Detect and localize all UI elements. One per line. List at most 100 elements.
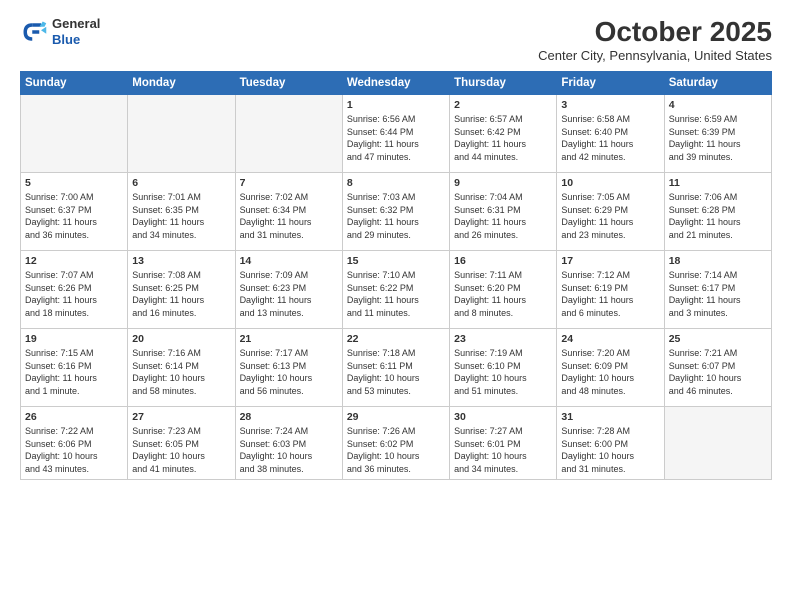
- day-info: Sunrise: 7:28 AM Sunset: 6:00 PM Dayligh…: [561, 425, 659, 475]
- calendar-cell: 8Sunrise: 7:03 AM Sunset: 6:32 PM Daylig…: [342, 173, 449, 251]
- calendar-cell: 16 Sunrise: 7:11 AM Sunset: 6:20 PM Dayli…: [450, 251, 557, 329]
- day-info: Sunrise: 7:05 AM Sunset: 6:29 PM Dayligh…: [561, 191, 659, 241]
- calendar-cell: 12Sunrise: 7:07 AM Sunset: 6:26 PM Dayli…: [21, 251, 128, 329]
- header: General Blue October 2025 Center City, P…: [20, 16, 772, 63]
- calendar-cell: 28 Sunrise: 7:24 AM Sunset: 6:03 PM Dayli…: [235, 407, 342, 480]
- day-info: Sunrise: 7:09 AM Sunset: 6:23 PM Dayligh…: [240, 269, 338, 319]
- day-info: Sunrise: 7:24 AM Sunset: 6:03 PM Dayligh…: [240, 425, 338, 475]
- calendar-cell: 14 Sunrise: 7:09 AM Sunset: 6:23 PM Dayli…: [235, 251, 342, 329]
- weekday-header-row: SundayMondayTuesdayWednesdayThursdayFrid…: [21, 72, 772, 95]
- week-row: 1 Sunrise: 6:56 AM Sunset: 6:44 PM Daylig…: [21, 95, 772, 173]
- day-number: 14: [240, 255, 338, 267]
- day-number: 29: [347, 411, 445, 423]
- day-number: 25: [669, 333, 767, 345]
- day-info: Sunrise: 7:03 AM Sunset: 6:32 PM Dayligh…: [347, 191, 445, 241]
- day-info: Sunrise: 7:02 AM Sunset: 6:34 PM Dayligh…: [240, 191, 338, 241]
- day-number: 16: [454, 255, 552, 267]
- calendar-cell: 27 Sunrise: 7:23 AM Sunset: 6:05 PM Dayli…: [128, 407, 235, 480]
- calendar-cell: 20 Sunrise: 7:16 AM Sunset: 6:14 PM Dayli…: [128, 329, 235, 407]
- day-number: 21: [240, 333, 338, 345]
- day-number: 13: [132, 255, 230, 267]
- day-number: 3: [561, 99, 659, 111]
- page: General Blue October 2025 Center City, P…: [0, 0, 792, 612]
- day-info: Sunrise: 7:10 AM Sunset: 6:22 PM Dayligh…: [347, 269, 445, 319]
- day-info: Sunrise: 7:26 AM Sunset: 6:02 PM Dayligh…: [347, 425, 445, 475]
- calendar-cell: 19 Sunrise: 7:15 AM Sunset: 6:16 PM Dayli…: [21, 329, 128, 407]
- day-info: Sunrise: 7:22 AM Sunset: 6:06 PM Dayligh…: [25, 425, 123, 475]
- weekday-header: Sunday: [21, 72, 128, 95]
- weekday-header: Friday: [557, 72, 664, 95]
- day-info: Sunrise: 6:57 AM Sunset: 6:42 PM Dayligh…: [454, 113, 552, 163]
- day-number: 18: [669, 255, 767, 267]
- day-number: 9: [454, 177, 552, 189]
- week-row: 12Sunrise: 7:07 AM Sunset: 6:26 PM Dayli…: [21, 251, 772, 329]
- day-number: 22: [347, 333, 445, 345]
- calendar-cell: 11 Sunrise: 7:06 AM Sunset: 6:28 PM Dayli…: [664, 173, 771, 251]
- calendar-cell: 24 Sunrise: 7:20 AM Sunset: 6:09 PM Dayli…: [557, 329, 664, 407]
- day-number: 20: [132, 333, 230, 345]
- day-number: 24: [561, 333, 659, 345]
- day-number: 19: [25, 333, 123, 345]
- weekday-header: Wednesday: [342, 72, 449, 95]
- day-info: Sunrise: 6:56 AM Sunset: 6:44 PM Dayligh…: [347, 113, 445, 163]
- calendar-cell: 2 Sunrise: 6:57 AM Sunset: 6:42 PM Daylig…: [450, 95, 557, 173]
- day-info: Sunrise: 7:14 AM Sunset: 6:17 PM Dayligh…: [669, 269, 767, 319]
- day-info: Sunrise: 7:04 AM Sunset: 6:31 PM Dayligh…: [454, 191, 552, 241]
- day-info: Sunrise: 7:08 AM Sunset: 6:25 PM Dayligh…: [132, 269, 230, 319]
- calendar-cell: 26 Sunrise: 7:22 AM Sunset: 6:06 PM Dayli…: [21, 407, 128, 480]
- weekday-header: Saturday: [664, 72, 771, 95]
- title-block: October 2025 Center City, Pennsylvania, …: [538, 16, 772, 63]
- day-number: 28: [240, 411, 338, 423]
- calendar-cell: 1 Sunrise: 6:56 AM Sunset: 6:44 PM Daylig…: [342, 95, 449, 173]
- calendar-cell: 18 Sunrise: 7:14 AM Sunset: 6:17 PM Dayli…: [664, 251, 771, 329]
- day-info: Sunrise: 7:06 AM Sunset: 6:28 PM Dayligh…: [669, 191, 767, 241]
- day-number: 2: [454, 99, 552, 111]
- day-info: Sunrise: 7:23 AM Sunset: 6:05 PM Dayligh…: [132, 425, 230, 475]
- calendar-cell: 5Sunrise: 7:00 AM Sunset: 6:37 PM Daylig…: [21, 173, 128, 251]
- calendar-cell: 13 Sunrise: 7:08 AM Sunset: 6:25 PM Dayli…: [128, 251, 235, 329]
- calendar-cell: 23Sunrise: 7:19 AM Sunset: 6:10 PM Dayli…: [450, 329, 557, 407]
- day-info: Sunrise: 7:12 AM Sunset: 6:19 PM Dayligh…: [561, 269, 659, 319]
- calendar-cell: 25Sunrise: 7:21 AM Sunset: 6:07 PM Dayli…: [664, 329, 771, 407]
- week-row: 5Sunrise: 7:00 AM Sunset: 6:37 PM Daylig…: [21, 173, 772, 251]
- day-number: 5: [25, 177, 123, 189]
- day-info: Sunrise: 6:58 AM Sunset: 6:40 PM Dayligh…: [561, 113, 659, 163]
- logo: General Blue: [20, 16, 100, 47]
- weekday-header: Tuesday: [235, 72, 342, 95]
- day-info: Sunrise: 7:15 AM Sunset: 6:16 PM Dayligh…: [25, 347, 123, 397]
- day-number: 17: [561, 255, 659, 267]
- day-number: 12: [25, 255, 123, 267]
- logo-icon: [20, 18, 48, 46]
- day-info: Sunrise: 7:27 AM Sunset: 6:01 PM Dayligh…: [454, 425, 552, 475]
- day-number: 30: [454, 411, 552, 423]
- day-number: 11: [669, 177, 767, 189]
- day-number: 1: [347, 99, 445, 111]
- day-info: Sunrise: 6:59 AM Sunset: 6:39 PM Dayligh…: [669, 113, 767, 163]
- day-info: Sunrise: 7:19 AM Sunset: 6:10 PM Dayligh…: [454, 347, 552, 397]
- calendar-cell: 9 Sunrise: 7:04 AM Sunset: 6:31 PM Daylig…: [450, 173, 557, 251]
- logo-blue: Blue: [52, 32, 100, 48]
- calendar-cell: [235, 95, 342, 173]
- day-info: Sunrise: 7:16 AM Sunset: 6:14 PM Dayligh…: [132, 347, 230, 397]
- location: Center City, Pennsylvania, United States: [538, 48, 772, 63]
- week-row: 26 Sunrise: 7:22 AM Sunset: 6:06 PM Dayli…: [21, 407, 772, 480]
- day-number: 6: [132, 177, 230, 189]
- month-title: October 2025: [538, 16, 772, 48]
- calendar-cell: 10 Sunrise: 7:05 AM Sunset: 6:29 PM Dayli…: [557, 173, 664, 251]
- calendar-cell: 21 Sunrise: 7:17 AM Sunset: 6:13 PM Dayli…: [235, 329, 342, 407]
- week-row: 19 Sunrise: 7:15 AM Sunset: 6:16 PM Dayli…: [21, 329, 772, 407]
- day-number: 27: [132, 411, 230, 423]
- calendar-cell: 31Sunrise: 7:28 AM Sunset: 6:00 PM Dayli…: [557, 407, 664, 480]
- calendar-cell: [664, 407, 771, 480]
- calendar-cell: 22 Sunrise: 7:18 AM Sunset: 6:11 PM Dayli…: [342, 329, 449, 407]
- calendar-cell: 4 Sunrise: 6:59 AM Sunset: 6:39 PM Daylig…: [664, 95, 771, 173]
- logo-text: General Blue: [52, 16, 100, 47]
- day-info: Sunrise: 7:11 AM Sunset: 6:20 PM Dayligh…: [454, 269, 552, 319]
- day-info: Sunrise: 7:01 AM Sunset: 6:35 PM Dayligh…: [132, 191, 230, 241]
- day-info: Sunrise: 7:17 AM Sunset: 6:13 PM Dayligh…: [240, 347, 338, 397]
- day-number: 10: [561, 177, 659, 189]
- day-number: 26: [25, 411, 123, 423]
- day-number: 4: [669, 99, 767, 111]
- day-info: Sunrise: 7:18 AM Sunset: 6:11 PM Dayligh…: [347, 347, 445, 397]
- day-info: Sunrise: 7:20 AM Sunset: 6:09 PM Dayligh…: [561, 347, 659, 397]
